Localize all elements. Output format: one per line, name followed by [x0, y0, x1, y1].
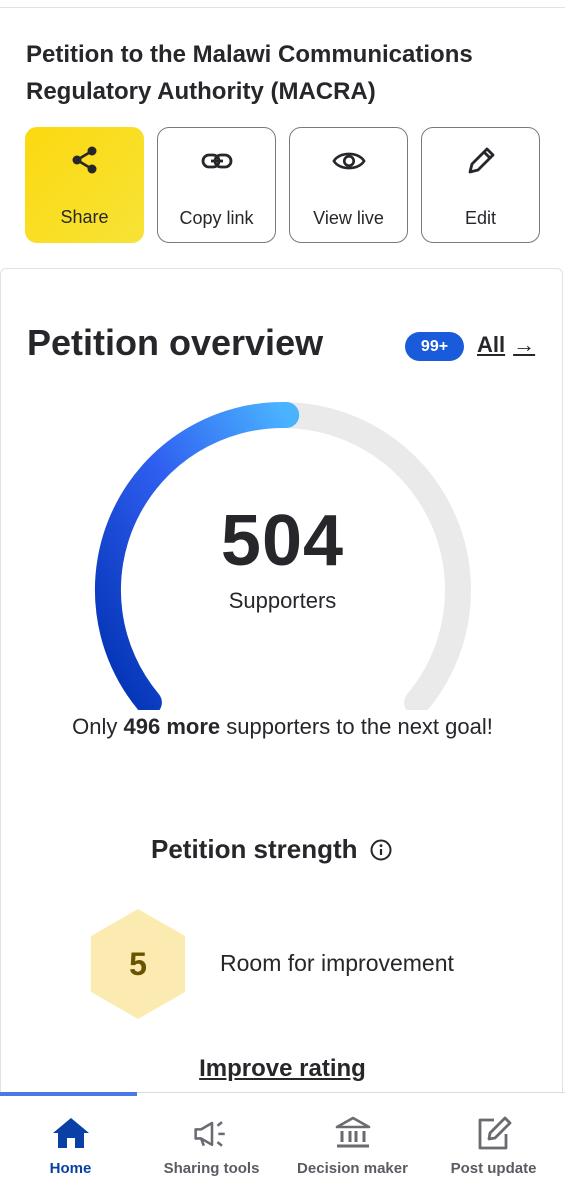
goal-suffix: supporters to the next goal!: [226, 714, 493, 739]
goal-message: Only 496 more supporters to the next goa…: [60, 709, 505, 745]
petition-title: Petition to the Malawi Communications Re…: [26, 41, 473, 105]
notification-badge: 99+: [405, 332, 464, 361]
nav-sharing-tools[interactable]: Sharing tools: [141, 1093, 282, 1200]
copy-link-button[interactable]: Copy link: [157, 127, 276, 243]
share-button[interactable]: Share: [25, 127, 144, 243]
supporters-count: 504: [220, 501, 345, 581]
arrow-right-icon: →: [513, 332, 536, 357]
edit-button[interactable]: Edit: [421, 127, 540, 243]
top-divider: [0, 7, 565, 8]
overview-title: Petition overview: [27, 322, 324, 363]
nav-post-update[interactable]: Post update: [423, 1093, 564, 1200]
strength-description: Room for improvement: [220, 950, 454, 976]
nav-post-update-label: Post update: [450, 1160, 537, 1177]
nav-decision-maker[interactable]: Decision maker: [282, 1093, 423, 1200]
nav-active-indicator: [0, 1092, 137, 1096]
nav-home-label: Home: [49, 1160, 92, 1177]
goal-remaining: 496 more: [123, 714, 221, 739]
goal-prefix: Only: [72, 714, 118, 739]
strength-title: Petition strength: [151, 834, 358, 864]
megaphone-icon: [192, 1113, 232, 1153]
bottom-nav: Home Sharing tools Decision maker Post u…: [0, 1092, 565, 1200]
strength-heading: Petition strength: [151, 834, 392, 865]
view-live-button[interactable]: View live: [289, 127, 408, 243]
view-live-button-label: View live: [313, 208, 384, 228]
info-icon[interactable]: [370, 839, 392, 861]
all-link[interactable]: All →: [477, 332, 535, 358]
improve-rating-link[interactable]: Improve rating: [0, 1055, 565, 1083]
nav-decision-maker-label: Decision maker: [297, 1160, 408, 1177]
edit-square-icon: [474, 1113, 514, 1153]
bank-icon: [333, 1113, 373, 1153]
all-link-label: All: [477, 332, 506, 357]
link-icon: [200, 144, 234, 178]
nav-home[interactable]: Home: [0, 1093, 141, 1200]
eye-icon: [331, 144, 366, 178]
pencil-icon: [464, 144, 498, 178]
share-button-label: Share: [60, 207, 109, 227]
copy-link-button-label: Copy link: [179, 208, 254, 228]
share-icon: [68, 143, 102, 177]
nav-sharing-tools-label: Sharing tools: [163, 1160, 260, 1177]
edit-button-label: Edit: [464, 208, 497, 228]
home-icon: [51, 1113, 91, 1153]
strength-score: 5: [129, 945, 147, 982]
supporters-label: Supporters: [228, 588, 337, 613]
action-bar: Share Copy link View live Edit: [25, 127, 540, 243]
